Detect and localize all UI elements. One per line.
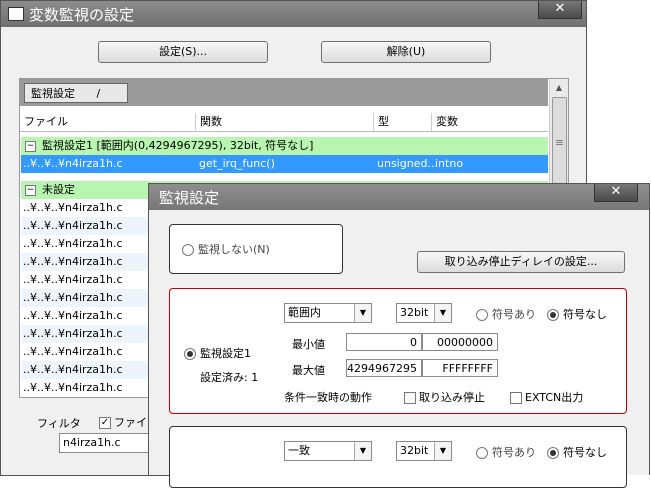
radio-selected-icon (547, 309, 559, 321)
scroll-up-icon[interactable]: ▲ (550, 79, 568, 96)
close-icon: ✕ (554, 1, 566, 16)
signed-label: 符号あり (492, 308, 536, 321)
column-header-type[interactable]: 型 (374, 113, 432, 131)
cell-file: ..¥..¥..¥n4irza1h.c (23, 157, 123, 170)
chevron-down-icon: ▼ (354, 304, 371, 322)
unsigned-label: 符号なし (563, 446, 607, 459)
main-close-button[interactable]: ✕ (538, 1, 582, 19)
min-decimal-input[interactable]: 0 (346, 333, 422, 351)
radio-icon (476, 309, 488, 321)
condition-value: 一致 (288, 444, 310, 457)
radio-icon (182, 244, 194, 256)
max-label: 最大値 (292, 364, 325, 377)
list-item-text: ..¥..¥..¥n4irza1h.c (23, 381, 123, 394)
chevron-down-icon: ▼ (434, 304, 451, 322)
dialog-title: 監視設定 (159, 189, 220, 207)
list-item-text: ..¥..¥..¥n4irza1h.c (23, 309, 123, 322)
list-item-text: ..¥..¥..¥n4irza1h.c (23, 345, 123, 358)
collapse-icon[interactable]: − (25, 184, 36, 196)
capture-stop-delay-button[interactable]: 取り込み停止ディレイの設定... (417, 251, 625, 273)
monitor-setting2-group: 一致 ▼ 32bit ▼ 符号あり 符号なし (169, 426, 627, 488)
no-monitor-label: 監視しない(N) (198, 243, 270, 256)
stop-capture-label: 取り込み停止 (419, 391, 485, 404)
group-label: 監視設定1 [範囲内(0,4294967295), 32bit, 符号なし] (42, 139, 314, 152)
check-icon: ✓ (99, 417, 111, 429)
checkbox-icon (510, 392, 522, 404)
dialog-close-button[interactable]: ✕ (594, 184, 638, 202)
list-item-text: ..¥..¥..¥n4irza1h.c (23, 363, 123, 376)
main-titlebar: 変数監視の設定 ✕ (1, 1, 586, 27)
no-monitor-radio[interactable]: 監視しない(N) (182, 241, 270, 257)
scroll-thumb[interactable]: ≡ (552, 97, 567, 189)
unsigned-radio[interactable]: 符号なし (547, 306, 607, 322)
bit-width-value: 32bit (400, 444, 429, 457)
condition-value: 範囲内 (288, 306, 321, 319)
signed-radio[interactable]: 符号あり (476, 444, 536, 460)
list-item-text: ..¥..¥..¥n4irza1h.c (23, 273, 123, 286)
unsigned-radio[interactable]: 符号なし (547, 444, 607, 460)
setting1-label: 監視設定1 (200, 347, 251, 360)
cell-function: get_irq_func() (199, 157, 275, 170)
bit-width-value: 32bit (400, 306, 429, 319)
monitor-setting1-group: 範囲内 ▼ 32bit ▼ 符号あり 符号なし 監視設定1 設定済み: 1 最小… (169, 288, 627, 414)
group-row-setting1[interactable]: − 監視設定1 [範囲内(0,4294967295), 32bit, 符号なし] (21, 137, 548, 155)
stop-capture-checkbox[interactable]: 取り込み停止 (404, 389, 485, 405)
dialog-titlebar: 監視設定 ✕ (149, 184, 649, 210)
extcn-label: EXTCN出力 (525, 391, 584, 404)
column-header-file[interactable]: ファイル (20, 113, 196, 131)
tab-monitor-setting[interactable]: 監視設定 / (24, 83, 128, 103)
chevron-down-icon: ▼ (354, 442, 371, 460)
signed-label: 符号あり (492, 446, 536, 459)
release-button[interactable]: 解除(U) (321, 41, 491, 63)
condition-select[interactable]: 一致 ▼ (284, 441, 372, 461)
max-decimal-input[interactable]: 4294967295 (346, 359, 422, 377)
cell-variable: intno (435, 157, 464, 170)
list-item-text: ..¥..¥..¥n4irza1h.c (23, 255, 123, 268)
set-button[interactable]: 設定(S)... (98, 41, 268, 63)
list-item-text: ..¥..¥..¥n4irza1h.c (23, 201, 123, 214)
column-header-variable[interactable]: 変数 (432, 113, 548, 131)
max-hex-input[interactable]: FFFFFFFF (422, 359, 498, 377)
min-hex-input[interactable]: 00000000 (422, 333, 498, 351)
cell-type: unsigned... (377, 157, 438, 170)
extcn-checkbox[interactable]: EXTCN出力 (510, 389, 583, 405)
table-row-selected[interactable]: ..¥..¥..¥n4irza1h.c get_irq_func() unsig… (21, 155, 548, 173)
min-label: 最小値 (292, 338, 325, 351)
condition-select[interactable]: 範囲内 ▼ (284, 303, 372, 323)
checkbox-icon (404, 392, 416, 404)
list-item-text: ..¥..¥..¥n4irza1h.c (23, 327, 123, 340)
radio-selected-icon (184, 348, 196, 360)
signed-radio[interactable]: 符号あり (476, 306, 536, 322)
list-item-text: ..¥..¥..¥n4irza1h.c (23, 219, 123, 232)
monitor-setting-dialog: 監視設定 ✕ 監視しない(N) 取り込み停止ディレイの設定... 範囲内 ▼ 3… (148, 183, 650, 488)
setting1-radio[interactable]: 監視設定1 (184, 345, 251, 361)
bit-width-select[interactable]: 32bit ▼ (396, 303, 452, 323)
radio-icon (476, 447, 488, 459)
collapse-icon[interactable]: − (25, 140, 36, 152)
group-label: 未設定 (42, 183, 75, 196)
radio-selected-icon (547, 447, 559, 459)
tab-label: 監視設定 (31, 87, 75, 100)
list-header: ファイル 関数 型 変数 (20, 113, 548, 132)
action-label: 条件一致時の動作 (284, 391, 372, 404)
list-item-text: ..¥..¥..¥n4irza1h.c (23, 291, 123, 304)
no-monitor-group: 監視しない(N) (169, 224, 343, 274)
close-icon: ✕ (610, 184, 622, 199)
chevron-down-icon: ▼ (434, 442, 451, 460)
list-item-text: ..¥..¥..¥n4irza1h.c (23, 237, 123, 250)
setting1-status: 設定済み: 1 (200, 371, 259, 384)
filter-label: フィルタ (37, 417, 81, 430)
column-header-function[interactable]: 関数 (196, 113, 374, 131)
app-icon (8, 7, 24, 21)
tab-separator-glyph: / (96, 87, 101, 100)
main-title: 変数監視の設定 (29, 6, 135, 24)
bit-width-select[interactable]: 32bit ▼ (396, 441, 452, 461)
unsigned-label: 符号なし (563, 308, 607, 321)
